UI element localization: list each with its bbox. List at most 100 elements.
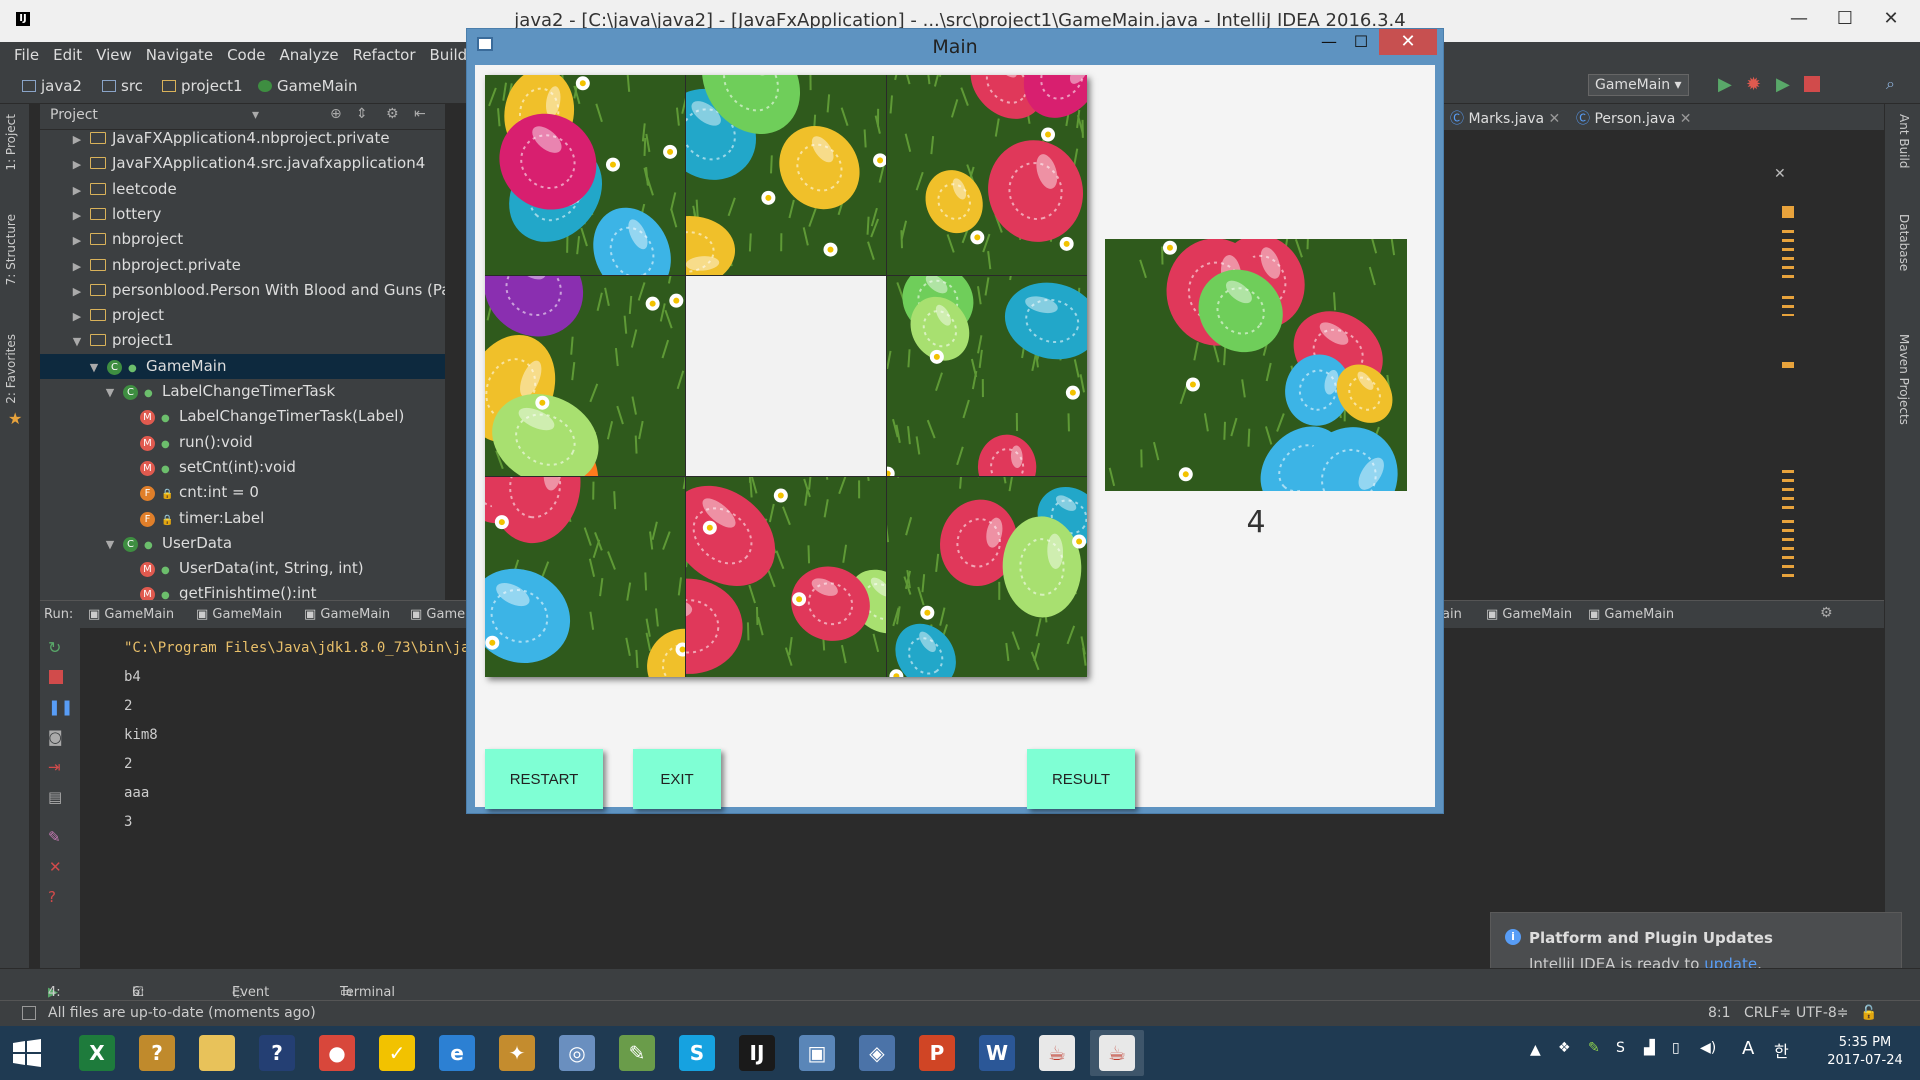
tool-window-project[interactable]: 1: Project [4, 114, 18, 171]
tree-item[interactable]: ▶ leetcode [40, 177, 445, 202]
tree-item[interactable]: ▶ personblood.Person With Blood and Guns … [40, 278, 445, 303]
tree-item[interactable]: M ● LabelChangeTimerTask(Label) [40, 404, 445, 429]
norton-icon[interactable]: ✓ [370, 1030, 424, 1076]
skype-tray-icon[interactable]: S [1616, 1040, 1625, 1056]
fx-maximize-button[interactable]: ☐ [1346, 29, 1376, 55]
layout-icon[interactable]: ▤ [48, 788, 62, 806]
tree-item[interactable]: M ● getFinishtime():int [40, 581, 445, 600]
tree-item[interactable]: ▼ C ● UserData [40, 531, 445, 556]
file-encoding[interactable]: UTF-8≑ [1796, 1005, 1849, 1021]
app-help-icon[interactable]: ? [130, 1030, 184, 1076]
tree-item[interactable]: ▶ nbproject [40, 227, 445, 252]
run-tab-active[interactable]: ▣ GameMain [1588, 607, 1674, 622]
chevron-right-icon[interactable]: ▶ [70, 152, 84, 177]
ie-icon[interactable]: e [430, 1030, 484, 1076]
chrome-icon[interactable]: ● [310, 1030, 364, 1076]
chevron-down-icon[interactable]: ▼ [70, 329, 84, 354]
status-toggle-icon[interactable] [22, 1006, 36, 1020]
gear-icon[interactable]: ⚙ [1820, 605, 1833, 621]
tool-window-maven[interactable]: Maven Projects [1897, 334, 1911, 425]
chevron-right-icon[interactable]: ▶ [70, 130, 84, 152]
virtualbox-icon[interactable]: ◈ [850, 1030, 904, 1076]
breadcrumb-gamemain[interactable]: GameMain [258, 77, 357, 95]
search-everywhere-icon[interactable]: ⌕ [1886, 74, 1895, 94]
puzzle-tile[interactable] [485, 477, 685, 677]
tree-item[interactable]: M ● setCnt(int):void [40, 455, 445, 480]
tool-window-ant-build[interactable]: Ant Build [1897, 114, 1911, 168]
remote-desktop-icon[interactable]: ▣ [790, 1030, 844, 1076]
puzzle-tile[interactable] [485, 276, 685, 476]
tools-icon[interactable]: ✦ [490, 1030, 544, 1076]
fx-close-button[interactable]: ✕ [1379, 29, 1437, 55]
show-hidden-icons-icon[interactable]: ▲ [1530, 1042, 1541, 1058]
chevron-down-icon[interactable]: ▾ [252, 107, 259, 123]
chevron-right-icon[interactable]: ▶ [70, 228, 84, 253]
lock-icon[interactable]: 🔓 [1860, 1005, 1877, 1021]
restart-button[interactable]: RESTART [485, 749, 603, 809]
chevron-right-icon[interactable]: ▶ [70, 279, 84, 304]
signal-icon[interactable]: ▟ [1644, 1040, 1655, 1056]
battery-icon[interactable]: ▯ [1672, 1040, 1680, 1056]
pin-icon[interactable]: ✎ [48, 828, 61, 846]
tree-item[interactable]: F 🔒 cnt:int = 0 [40, 480, 445, 505]
pause-icon[interactable]: ❚❚ [48, 698, 73, 716]
menu-navigate[interactable]: Navigate [139, 42, 220, 68]
chevron-down-icon[interactable]: ▼ [103, 532, 117, 557]
menu-analyze[interactable]: Analyze [272, 42, 345, 68]
project-view-select[interactable]: Project [50, 107, 98, 123]
tab-marks-java[interactable]: Ⓒ Marks.java ✕ [1450, 108, 1560, 128]
line-separator[interactable]: CRLF≑ [1744, 1005, 1791, 1021]
clock[interactable]: 5:35 PM 2017-07-24 [1820, 1034, 1910, 1070]
tree-item[interactable]: ▶ JavaFXApplication4.nbproject.private [40, 130, 445, 151]
close-icon[interactable]: ✕ [49, 858, 62, 876]
volume-icon[interactable]: ◀) [1700, 1040, 1716, 1056]
puzzle-tile[interactable] [686, 477, 886, 677]
close-icon[interactable]: ✕ [1680, 111, 1692, 127]
maximize-button[interactable]: ☐ [1822, 4, 1868, 34]
sketch-icon[interactable]: ✎ [610, 1030, 664, 1076]
minimize-button[interactable]: — [1776, 4, 1822, 34]
help-icon[interactable]: ? [48, 888, 56, 906]
tab-person-java[interactable]: Ⓒ Person.java ✕ [1576, 108, 1691, 128]
collapse-all-icon[interactable]: ⇕ [356, 106, 368, 122]
intellij-icon[interactable]: IJ [730, 1030, 784, 1076]
pen-icon[interactable]: ✎ [1588, 1040, 1600, 1056]
help-icon[interactable]: ? [250, 1030, 304, 1076]
rerun-icon[interactable]: ↻ [48, 638, 61, 657]
run-tab[interactable]: ▣ GameMain [1486, 607, 1572, 622]
powerpoint-icon[interactable]: P [910, 1030, 964, 1076]
tree-item[interactable]: ▼ C ● LabelChangeTimerTask [40, 379, 445, 404]
run-tab[interactable]: ▣ GameMain [196, 607, 282, 622]
close-icon[interactable]: ✕ [1549, 111, 1561, 127]
locate-icon[interactable]: ⊕ [330, 106, 342, 122]
hide-panel-icon[interactable]: ⇤ [414, 106, 426, 122]
tree-item[interactable]: ▶ lottery [40, 202, 445, 227]
breadcrumb-java2[interactable]: java2 [22, 77, 82, 95]
menu-view[interactable]: View [89, 42, 139, 68]
windows-start-icon[interactable] [0, 1030, 54, 1076]
dropbox-icon[interactable]: ❖ [1558, 1040, 1571, 1056]
file-explorer-icon[interactable] [190, 1030, 244, 1076]
run-config-select[interactable]: GameMain ▾ [1588, 74, 1689, 96]
menu-edit[interactable]: Edit [46, 42, 89, 68]
chevron-down-icon[interactable]: ▼ [87, 355, 101, 380]
chevron-right-icon[interactable]: ▶ [70, 178, 84, 203]
java-icon[interactable]: ☕ [1030, 1030, 1084, 1076]
tree-item[interactable]: ▼ project1 [40, 328, 445, 353]
tree-item[interactable]: M ● UserData(int, String, int) [40, 556, 445, 581]
chevron-down-icon[interactable]: ▼ [103, 380, 117, 405]
tool-window-favorites[interactable]: 2: Favorites [4, 334, 18, 404]
chevron-right-icon[interactable]: ▶ [70, 203, 84, 228]
debug-icon[interactable]: ✹ [1746, 74, 1761, 95]
tree-item[interactable]: M ● run():void [40, 430, 445, 455]
menu-code[interactable]: Code [220, 42, 272, 68]
tree-item[interactable]: ▶ nbproject.private [40, 253, 445, 278]
skype-icon[interactable]: S [670, 1030, 724, 1076]
tree-item[interactable]: F 🔒 timer:Label [40, 506, 445, 531]
cursor-position[interactable]: 8:1 [1708, 1005, 1731, 1021]
run-tab[interactable]: ▣ Game [410, 607, 465, 622]
exit-button[interactable]: EXIT [633, 749, 721, 809]
camera-icon[interactable]: ◙ [48, 728, 63, 746]
exit-icon[interactable]: ⇥ [48, 758, 61, 776]
close-icon[interactable]: ✕ [1774, 166, 1786, 182]
